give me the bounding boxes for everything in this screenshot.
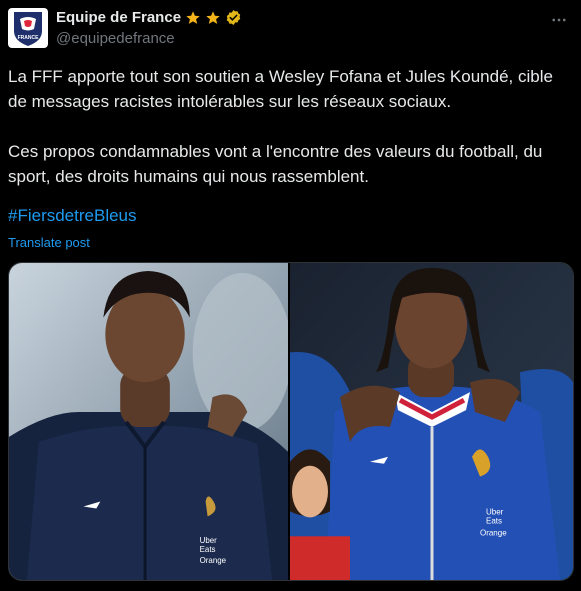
kit-sponsor-text: Eats (486, 516, 502, 525)
kit-sponsor-text: Uber (200, 536, 218, 545)
player-photo-right[interactable]: Uber Eats Orange (290, 263, 573, 580)
translate-post-link[interactable]: Translate post (8, 235, 90, 250)
verified-badge-icon[interactable] (225, 9, 242, 26)
kit-sponsor-text: Eats (200, 545, 216, 554)
kit-sponsor-text: Orange (200, 556, 227, 565)
more-options-icon[interactable] (549, 10, 569, 30)
handle[interactable]: @equipedefrance (56, 30, 175, 47)
post-header: FRANCE Equipe de France @equipedefrance (8, 8, 573, 50)
post-text: La FFF apporte tout son soutien a Wesley… (8, 64, 570, 214)
hashtag-link[interactable]: #FiersdetreBleus (8, 206, 137, 226)
post-paragraph: Ces propos condamnables vont a l'encontr… (8, 142, 543, 186)
star-icon (186, 10, 200, 24)
kit-sponsor-text: Uber (486, 507, 504, 516)
player-photo-left[interactable]: Uber Eats Orange (9, 263, 290, 580)
kit-sponsor-text: Orange (480, 528, 507, 537)
post-paragraph: La FFF apporte tout son soutien a Wesley… (8, 67, 553, 111)
avatar[interactable]: FRANCE (8, 8, 48, 48)
avatar-text: FRANCE (18, 35, 39, 41)
display-name[interactable]: Equipe de France (56, 9, 181, 26)
star-icon (206, 10, 220, 24)
name-row: Equipe de France (56, 9, 242, 26)
media-grid: Uber Eats Orange Uber Eats Orange (8, 262, 574, 581)
fff-crest-icon: FRANCE (14, 12, 42, 46)
